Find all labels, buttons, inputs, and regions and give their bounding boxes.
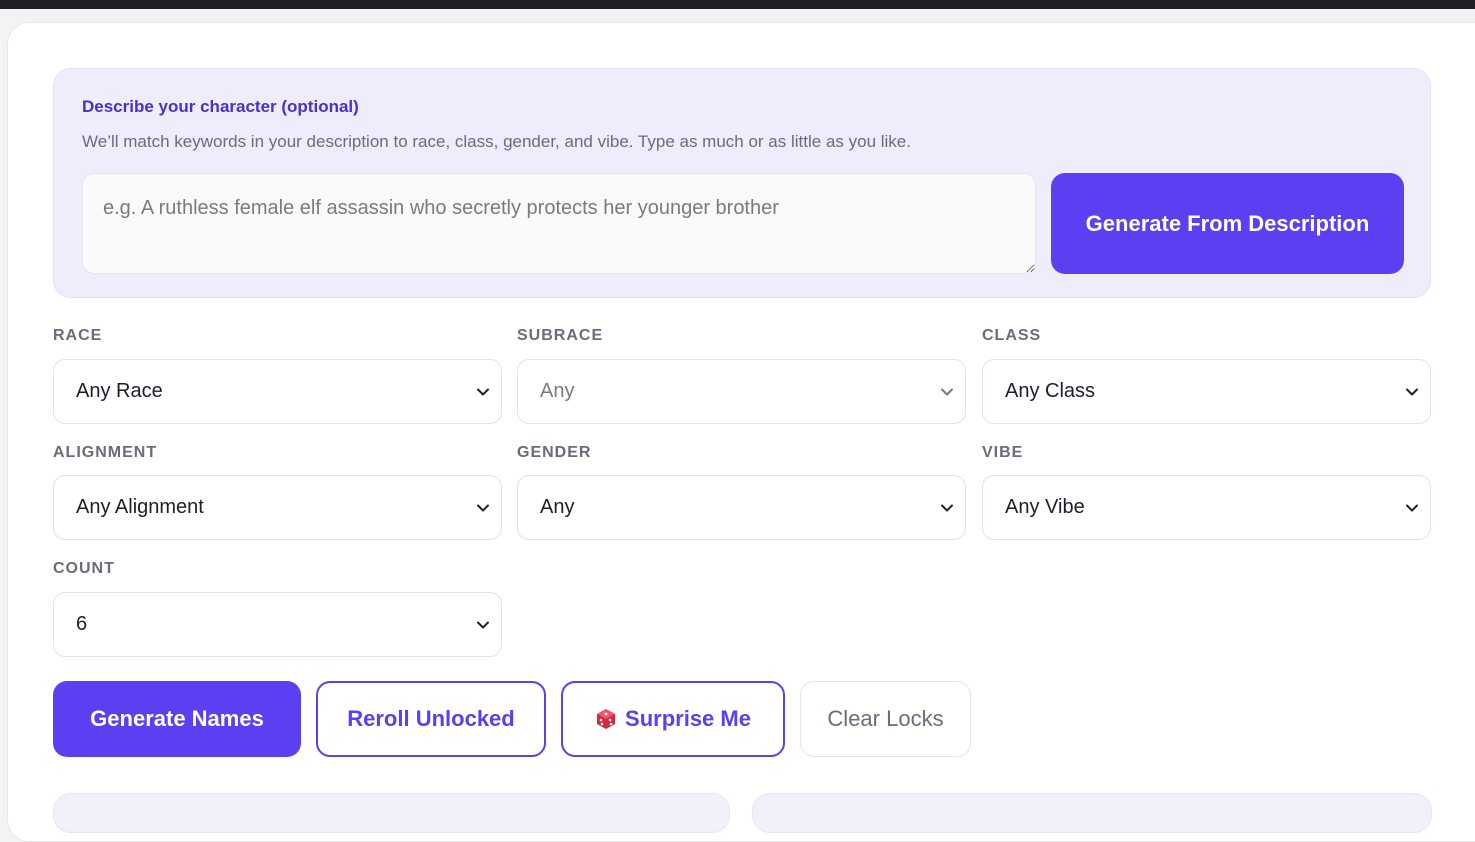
surprise-me-label: Surprise Me (625, 706, 751, 731)
race-label: RACE (53, 327, 103, 344)
chevron-down-icon (477, 504, 489, 511)
surprise-me-button[interactable]: Surprise Me (561, 681, 785, 757)
gender-select[interactable]: Any (517, 475, 966, 540)
generate-names-button[interactable]: Generate Names (53, 681, 301, 757)
chevron-down-icon (1406, 504, 1418, 511)
generate-names-label: Generate Names (90, 706, 264, 731)
subrace-select-value: Any (540, 380, 575, 402)
race-select[interactable]: Any Race (53, 359, 502, 424)
gender-select-value: Any (540, 496, 575, 518)
name-result-card (752, 793, 1432, 833)
reroll-unlocked-button[interactable]: Reroll Unlocked (316, 681, 546, 757)
vibe-label: VIBE (982, 444, 1024, 461)
description-hint: We’ll match keywords in your description… (82, 132, 911, 151)
subrace-label: SUBRACE (517, 327, 604, 344)
gender-label: GENDER (517, 444, 592, 461)
generate-from-description-button[interactable]: Generate From Description (1051, 173, 1404, 274)
alignment-select[interactable]: Any Alignment (53, 475, 502, 540)
description-panel: Describe your character (optional) We’ll… (53, 68, 1431, 298)
clear-locks-label: Clear Locks (827, 706, 944, 731)
reroll-unlocked-label: Reroll Unlocked (347, 706, 515, 731)
class-select-value: Any Class (1005, 380, 1096, 402)
description-title: Describe your character (optional) (82, 97, 359, 116)
class-select[interactable]: Any Class (982, 359, 1431, 424)
alignment-select-value: Any Alignment (76, 496, 204, 518)
subrace-select[interactable]: Any (517, 359, 966, 424)
chevron-down-icon (477, 621, 489, 628)
vibe-select-value: Any Vibe (1005, 496, 1085, 518)
chevron-down-icon (941, 388, 953, 395)
count-select-value: 6 (76, 613, 88, 635)
name-result-card (53, 793, 730, 833)
count-select[interactable]: 6 (53, 592, 502, 657)
vibe-select[interactable]: Any Vibe (982, 475, 1431, 540)
alignment-label: ALIGNMENT (53, 444, 158, 461)
class-label: CLASS (982, 327, 1042, 344)
chevron-down-icon (941, 504, 953, 511)
description-textarea[interactable] (82, 173, 1036, 274)
chevron-down-icon (477, 388, 489, 395)
race-select-value: Any Race (76, 380, 163, 402)
chevron-down-icon (1406, 388, 1418, 395)
window-top-bar (0, 0, 1475, 9)
clear-locks-button[interactable]: Clear Locks (800, 681, 971, 757)
dice-icon (597, 709, 616, 729)
count-label: COUNT (53, 560, 115, 577)
